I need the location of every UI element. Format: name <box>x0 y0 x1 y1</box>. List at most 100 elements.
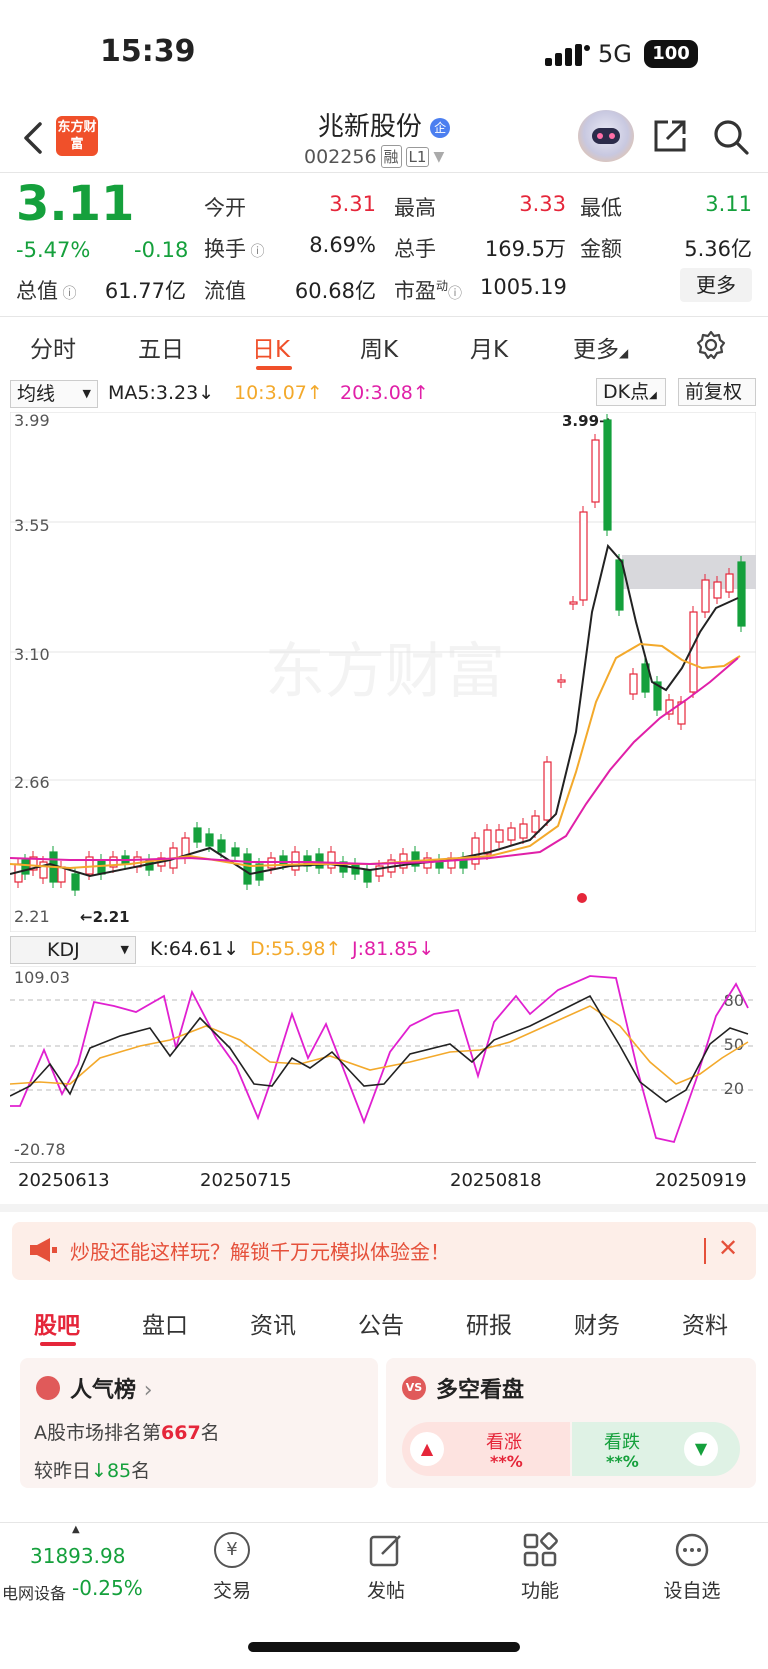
candle-body <box>713 581 722 599</box>
ai-assistant-avatar[interactable] <box>578 110 634 162</box>
change-amount: -0.18 <box>134 238 189 262</box>
index-caret-icon: ▲ <box>72 1524 80 1535</box>
y-label-3.55: 3.55 <box>14 516 50 535</box>
date-label-4: 20250919 <box>655 1170 747 1191</box>
tab-more[interactable]: 更多◢ <box>573 330 628 364</box>
candle-body <box>193 827 202 843</box>
change-percent: -5.47% <box>16 238 91 262</box>
open-label: 今开 <box>204 196 246 220</box>
current-price: 3.11 <box>16 176 135 232</box>
stock-code: 002256 <box>304 145 377 168</box>
tab-finance[interactable]: 财务 <box>574 1306 620 1340</box>
tab-research[interactable]: 研报 <box>466 1306 512 1340</box>
quote-divider <box>0 316 768 317</box>
tab-five-day[interactable]: 五日 <box>138 330 184 364</box>
ma5-readout: MA5:3.23↓ <box>108 382 215 404</box>
y-label-3.99: 3.99 <box>14 412 50 430</box>
stock-name-text: 兆新股份 <box>317 112 422 142</box>
market-cap-value: 61.77亿 <box>104 279 186 303</box>
resistance-zone <box>622 555 756 589</box>
nav-function[interactable]: 功能 <box>495 1576 585 1603</box>
tab-intraday[interactable]: 分时 <box>30 330 76 364</box>
nav-post[interactable]: 发帖 <box>341 1576 431 1603</box>
candle-body <box>483 829 492 855</box>
tab-announcements[interactable]: 公告 <box>358 1306 404 1340</box>
home-indicator <box>248 1642 520 1652</box>
volume-label: 总手 <box>394 237 436 261</box>
index-value[interactable]: 31893.98 <box>30 1544 125 1568</box>
market-rank: A股市场排名第667名 <box>34 1422 220 1444</box>
level-tag: L1 <box>405 146 430 167</box>
tab-monthly-k[interactable]: 月K <box>470 330 508 364</box>
float-cap-label: 流值 <box>204 279 246 303</box>
ad-text: 炒股还能这样玩？解锁千万元模拟体验金！ <box>70 1240 450 1264</box>
candle-body <box>543 761 552 821</box>
kdj-select[interactable]: KDJ ▼ <box>10 936 136 964</box>
battery-icon: 100 <box>644 40 698 68</box>
candle-body <box>495 829 504 843</box>
candle-body <box>603 419 612 531</box>
tab-daily-k[interactable]: 日K <box>252 330 290 364</box>
candle-body <box>737 561 746 627</box>
candle-body <box>205 833 214 847</box>
amount-label: 金额 <box>580 237 622 261</box>
date-label-3: 20250818 <box>450 1170 542 1191</box>
stock-code-row[interactable]: 002256 融 L1 ▼ <box>304 145 444 168</box>
candle-body <box>591 439 600 503</box>
bull-label: 看涨 <box>486 1432 522 1453</box>
dk-point-select[interactable]: DK点◢ <box>596 378 666 406</box>
nav-add-watchlist[interactable]: 设自选 <box>647 1576 737 1603</box>
kdj-chart[interactable]: 109.03 -20.78 80 50 20 <box>10 966 756 1166</box>
candle-body <box>557 679 566 683</box>
d-readout: D:55.98↑ <box>250 938 342 960</box>
candle-body <box>615 559 624 611</box>
high-value: 3.33 <box>519 192 566 216</box>
date-label-2: 20250715 <box>200 1170 292 1191</box>
amount-value: 5.36亿 <box>684 237 752 261</box>
bear-arrow-icon: ▼ <box>684 1432 718 1466</box>
dropdown-icon: ▼ <box>433 148 445 165</box>
adjust-select[interactable]: 前复权 <box>678 378 756 406</box>
kdj-level-20: 20 <box>724 1079 744 1098</box>
indicator-select[interactable]: 均线 ▼ <box>10 380 98 408</box>
j-readout: J:81.85↓ <box>352 938 435 960</box>
turnover-label: 换手 ⓘ <box>204 237 265 261</box>
candle-body <box>701 579 710 613</box>
nav-trade[interactable]: 交易 <box>187 1576 277 1603</box>
kline-chart[interactable]: 东方财富 3.99 3.55 3.10 2.66 2.21 3.99→ ←2.2… <box>10 412 756 932</box>
ma20-readout: 20:3.08↑ <box>340 382 429 404</box>
tab-pankou[interactable]: 盘口 <box>142 1306 188 1340</box>
add-watchlist-icon[interactable] <box>674 1532 710 1568</box>
bear-value: **% <box>606 1452 639 1471</box>
more-quote-button[interactable]: 更多 <box>680 268 752 302</box>
post-icon[interactable] <box>368 1532 404 1568</box>
candle-body <box>217 839 226 853</box>
bull-arrow-icon: ▲ <box>410 1432 444 1466</box>
low-value: 3.11 <box>705 192 752 216</box>
candle-body <box>243 853 252 885</box>
settings-gear-icon[interactable] <box>696 330 726 360</box>
share-icon[interactable] <box>652 118 688 154</box>
date-axis <box>10 1162 756 1170</box>
tab-profile[interactable]: 资料 <box>682 1306 728 1340</box>
header-divider <box>0 172 768 173</box>
megaphone-icon <box>30 1238 57 1262</box>
index-change: -0.25% <box>72 1576 143 1600</box>
y-label-3.10: 3.10 <box>14 645 50 664</box>
ad-close-icon[interactable]: ✕ <box>718 1234 738 1262</box>
tab-weekly-k[interactable]: 周K <box>360 330 398 364</box>
watermark: 东方财富 <box>265 638 505 705</box>
search-icon[interactable] <box>712 118 750 156</box>
function-grid-icon[interactable] <box>522 1532 558 1568</box>
tab-news[interactable]: 资讯 <box>250 1306 296 1340</box>
float-cap-value: 60.68亿 <box>294 279 376 303</box>
ranking-icon <box>36 1376 60 1400</box>
trade-icon[interactable]: ¥ <box>214 1532 250 1568</box>
tab-guba[interactable]: 股吧 <box>34 1306 80 1340</box>
turnover-value: 8.69% <box>309 233 376 257</box>
candle-body <box>725 573 734 593</box>
market-cap-label: 总值 ⓘ <box>16 279 77 303</box>
candle-body <box>507 827 516 841</box>
bottom-divider <box>0 1522 768 1523</box>
margin-tag: 融 <box>380 145 402 168</box>
